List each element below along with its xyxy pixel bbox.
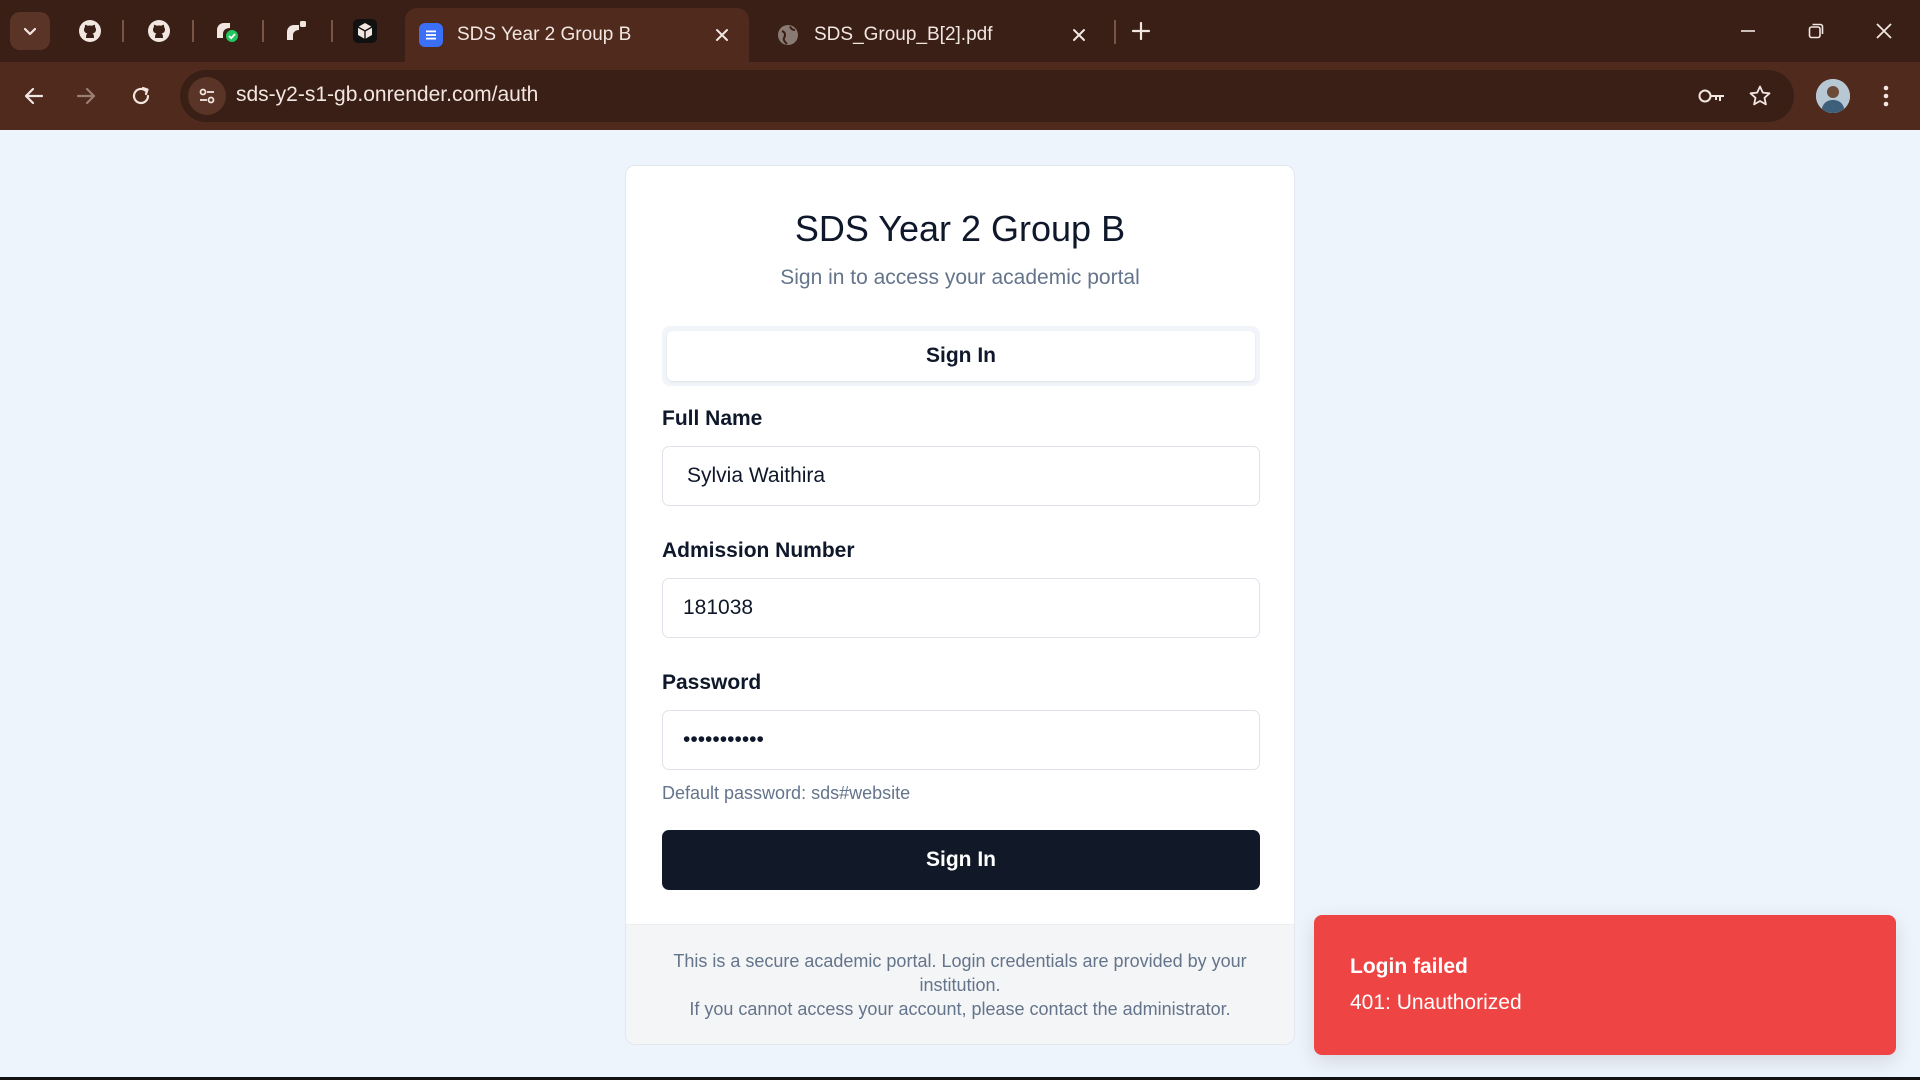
arrow-left-icon — [24, 87, 44, 105]
close-tab-icon[interactable] — [709, 22, 735, 48]
render-icon — [287, 21, 306, 40]
auth-card: SDS Year 2 Group B Sign in to access you… — [625, 165, 1295, 1045]
close-tab-icon[interactable] — [1066, 22, 1092, 48]
pinned-tab-codesandbox[interactable] — [345, 12, 385, 50]
reload-button[interactable] — [121, 76, 161, 116]
star-icon — [1749, 85, 1771, 106]
restore-button[interactable] — [1782, 0, 1850, 62]
sign-in-button[interactable]: Sign In — [662, 830, 1260, 890]
docs-icon — [419, 23, 443, 47]
toast-title: Login failed — [1350, 955, 1468, 978]
back-button[interactable] — [14, 76, 54, 116]
toast-description: 401: Unauthorized — [1350, 991, 1522, 1014]
more-vertical-icon — [1883, 85, 1889, 107]
tab-divider — [192, 20, 194, 42]
url-text[interactable]: sds-y2-s1-gb.onrender.com/auth — [236, 83, 538, 107]
address-bar[interactable]: sds-y2-s1-gb.onrender.com/auth — [180, 70, 1794, 122]
box-logo-icon — [353, 19, 377, 43]
admission-number-label: Admission Number — [662, 539, 855, 562]
minimize-icon — [1741, 30, 1755, 32]
browser-menu-button[interactable] — [1872, 76, 1900, 116]
card-footer: This is a secure academic portal. Login … — [626, 924, 1294, 1044]
avatar-icon — [1816, 79, 1850, 113]
profile-avatar[interactable] — [1816, 79, 1850, 113]
tab-divider — [122, 20, 124, 42]
password-hint: Default password: sds#website — [662, 783, 911, 803]
tab-sds-group-b-pdf[interactable]: SDS_Group_B[2].pdf — [762, 8, 1106, 62]
chevron-down-icon — [23, 27, 37, 36]
tab-title: SDS_Group_B[2].pdf — [814, 24, 993, 45]
close-icon — [1876, 23, 1892, 39]
tune-icon — [199, 88, 215, 104]
pinned-tab-github-2[interactable] — [139, 12, 179, 50]
browser-tab-strip: SDS Year 2 Group B SDS_Group_B[2].pdf — [0, 0, 1920, 62]
full-name-input[interactable] — [662, 446, 1260, 506]
restore-icon — [1808, 23, 1824, 39]
tab-divider — [262, 20, 264, 42]
forward-button[interactable] — [66, 76, 106, 116]
tab-sds-year-2-group-b[interactable]: SDS Year 2 Group B — [405, 8, 749, 62]
admission-number-input[interactable] — [662, 578, 1260, 638]
site-info-button[interactable] — [188, 77, 226, 115]
minimize-button[interactable] — [1714, 0, 1782, 62]
tab-sign-in[interactable]: Sign In — [667, 331, 1255, 381]
password-input[interactable] — [662, 710, 1260, 770]
bookmark-button[interactable] — [1744, 80, 1776, 112]
globe-icon — [776, 23, 800, 47]
tab-divider — [331, 20, 333, 42]
footer-contact: If you cannot access your account, pleas… — [689, 999, 1231, 1019]
new-tab-button[interactable] — [1122, 12, 1160, 50]
pinned-tab-render[interactable] — [276, 12, 316, 50]
page-title: SDS Year 2 Group B — [794, 208, 1126, 249]
key-icon — [1698, 89, 1724, 103]
render-verified-icon — [217, 23, 238, 42]
password-key-button[interactable] — [1696, 80, 1728, 112]
page-subtitle: Sign in to access your academic portal — [780, 266, 1140, 289]
error-toast[interactable]: Login failed 401: Unauthorized — [1314, 915, 1896, 1055]
pinned-tab-render-verified[interactable] — [207, 12, 247, 50]
github-icon — [148, 20, 170, 42]
tab-divider — [1114, 20, 1116, 44]
full-name-label: Full Name — [662, 407, 763, 430]
plus-icon — [1131, 21, 1151, 41]
auth-tabs: Sign In — [662, 326, 1260, 386]
tab-search-button[interactable] — [10, 12, 50, 50]
footer-notice: This is a secure academic portal. Login … — [673, 951, 1247, 995]
close-window-button[interactable] — [1850, 0, 1918, 62]
github-icon — [79, 20, 101, 42]
pinned-tab-github-1[interactable] — [70, 12, 110, 50]
reload-icon — [132, 86, 150, 105]
arrow-right-icon — [76, 87, 96, 105]
password-label: Password — [662, 671, 762, 694]
tab-title: SDS Year 2 Group B — [457, 24, 632, 45]
